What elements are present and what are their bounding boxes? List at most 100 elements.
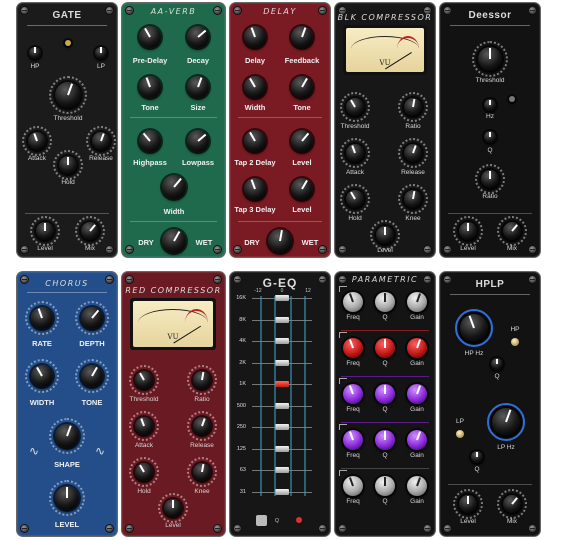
geq-band-label: 250 <box>236 424 246 430</box>
geq-band-fader[interactable] <box>275 338 289 344</box>
parametric-gain-knob[interactable] <box>407 430 427 450</box>
screw-icon <box>126 246 133 253</box>
delay-tap2-knob[interactable] <box>244 130 266 152</box>
deesser-toggle-knob[interactable] <box>509 96 515 102</box>
blk-ratio-knob[interactable] <box>398 92 428 122</box>
delay-dry-label: DRY <box>244 238 260 247</box>
delay-feedback-knob[interactable] <box>291 26 313 48</box>
filter-shape-icon <box>339 286 347 292</box>
delay-width-knob[interactable] <box>244 76 266 98</box>
parametric-q-knob[interactable] <box>375 384 395 404</box>
geq-band-fader[interactable] <box>275 295 289 301</box>
aaverb-size-knob[interactable] <box>187 76 209 98</box>
geq-band-fader[interactable] <box>275 316 289 323</box>
geq-band-fader[interactable] <box>275 488 289 495</box>
geq-band-fader[interactable] <box>275 359 289 366</box>
parametric-q-knob[interactable] <box>375 292 395 312</box>
geq-band-fader[interactable] <box>275 467 289 473</box>
delay-drywet-knob[interactable] <box>268 229 292 253</box>
hplp-hp-q-knob[interactable] <box>491 358 503 370</box>
parametric-freq-knob[interactable] <box>343 292 363 312</box>
gate-level-knob[interactable] <box>30 216 60 246</box>
red-level-label: Level <box>165 522 181 529</box>
blk-compressor-vu-label: VU <box>379 58 391 67</box>
delay-delay-knob[interactable] <box>244 26 266 48</box>
parametric-gain-knob[interactable] <box>407 384 427 404</box>
hplp-module: HPLP HP Hz HP Q LP LP Hz Q Level Mix <box>440 272 540 536</box>
delay-level-knob[interactable] <box>291 130 313 152</box>
deesser-level-knob[interactable] <box>453 216 483 246</box>
chorus-shape-knob[interactable] <box>49 418 85 454</box>
gate-led-knob[interactable] <box>65 40 71 46</box>
parametric-gain-knob[interactable] <box>407 338 427 358</box>
chorus-depth-knob[interactable] <box>75 301 109 335</box>
delay-tap3-knob[interactable] <box>244 178 266 200</box>
chorus-width-knob[interactable] <box>25 359 59 393</box>
gate-lp-knob[interactable] <box>95 47 107 59</box>
hplp-lp-led[interactable] <box>456 430 464 438</box>
parametric-freq-knob[interactable] <box>343 338 363 358</box>
deesser-hz-knob[interactable] <box>484 99 496 111</box>
aaverb-predelay-label: Pre-Delay <box>132 56 168 65</box>
aaverb-drywet-knob[interactable] <box>162 229 186 253</box>
red-knee-knob[interactable] <box>187 457 217 487</box>
parametric-freq-knob[interactable] <box>343 430 363 450</box>
deesser-ratio-knob[interactable] <box>475 164 505 194</box>
parametric-gain-knob[interactable] <box>407 292 427 312</box>
aaverb-decay-knob[interactable] <box>187 26 209 48</box>
chorus-level-knob[interactable] <box>49 480 85 516</box>
blk-release-knob[interactable] <box>398 138 428 168</box>
parametric-freq-label: Freq <box>346 498 360 505</box>
parametric-gain-knob[interactable] <box>407 476 427 496</box>
delay-tone-knob[interactable] <box>291 76 313 98</box>
aaverb-highpass-knob[interactable] <box>139 130 161 152</box>
geq-band-fader[interactable] <box>275 424 289 430</box>
aaverb-tone-knob[interactable] <box>139 76 161 98</box>
blk-attack-knob[interactable] <box>340 138 370 168</box>
gate-attack-knob[interactable] <box>22 126 52 156</box>
aaverb-lowpass-knob[interactable] <box>187 130 209 152</box>
gate-threshold-knob[interactable] <box>49 76 87 114</box>
deesser-q-knob[interactable] <box>484 131 496 143</box>
hplp-hp-q-label: Q <box>494 373 500 380</box>
hplp-lp-hz-label: LP Hz <box>497 444 515 451</box>
red-attack-knob[interactable] <box>129 411 159 441</box>
red-threshold-knob[interactable] <box>129 365 159 395</box>
gate-mix-knob[interactable] <box>75 216 105 246</box>
blk-knee-knob[interactable] <box>398 184 428 214</box>
gate-hp-knob[interactable] <box>29 47 41 59</box>
blk-level-knob[interactable] <box>370 220 400 250</box>
gate-release-knob[interactable] <box>86 126 116 156</box>
parametric-q-knob[interactable] <box>375 430 395 450</box>
geq-band-fader[interactable] <box>275 402 289 409</box>
hplp-lp-hz-knob[interactable] <box>487 403 525 441</box>
red-ratio-knob[interactable] <box>187 365 217 395</box>
hplp-mix-knob[interactable] <box>497 489 527 519</box>
blk-hold-knob[interactable] <box>340 184 370 214</box>
red-level-knob[interactable] <box>158 493 188 523</box>
red-release-knob[interactable] <box>187 411 217 441</box>
parametric-freq-knob[interactable] <box>343 476 363 496</box>
parametric-q-knob[interactable] <box>375 476 395 496</box>
aaverb-predelay-knob[interactable] <box>139 26 161 48</box>
parametric-q-knob[interactable] <box>375 338 395 358</box>
chorus-rate-knob[interactable] <box>25 301 59 335</box>
deesser-threshold-knob[interactable] <box>472 41 508 77</box>
hplp-hp-hz-knob[interactable] <box>455 309 493 347</box>
delay-level2-knob[interactable] <box>291 178 313 200</box>
deesser-mix-knob[interactable] <box>497 216 527 246</box>
hplp-level-knob[interactable] <box>453 489 483 519</box>
filter-shape-icon <box>339 424 347 430</box>
red-hold-knob[interactable] <box>129 457 159 487</box>
parametric-freq-knob[interactable] <box>343 384 363 404</box>
hplp-hp-led[interactable] <box>511 338 519 346</box>
geq-band-fader[interactable] <box>275 381 289 387</box>
gate-hold-knob[interactable] <box>53 150 83 180</box>
parametric-q-label: Q <box>382 360 388 367</box>
geq-q-button[interactable] <box>256 515 267 526</box>
aaverb-width-knob[interactable] <box>162 175 186 199</box>
chorus-tone-knob[interactable] <box>75 359 109 393</box>
geq-band-fader[interactable] <box>275 445 289 452</box>
hplp-lp-q-knob[interactable] <box>471 451 483 463</box>
blk-threshold-knob[interactable] <box>340 92 370 122</box>
